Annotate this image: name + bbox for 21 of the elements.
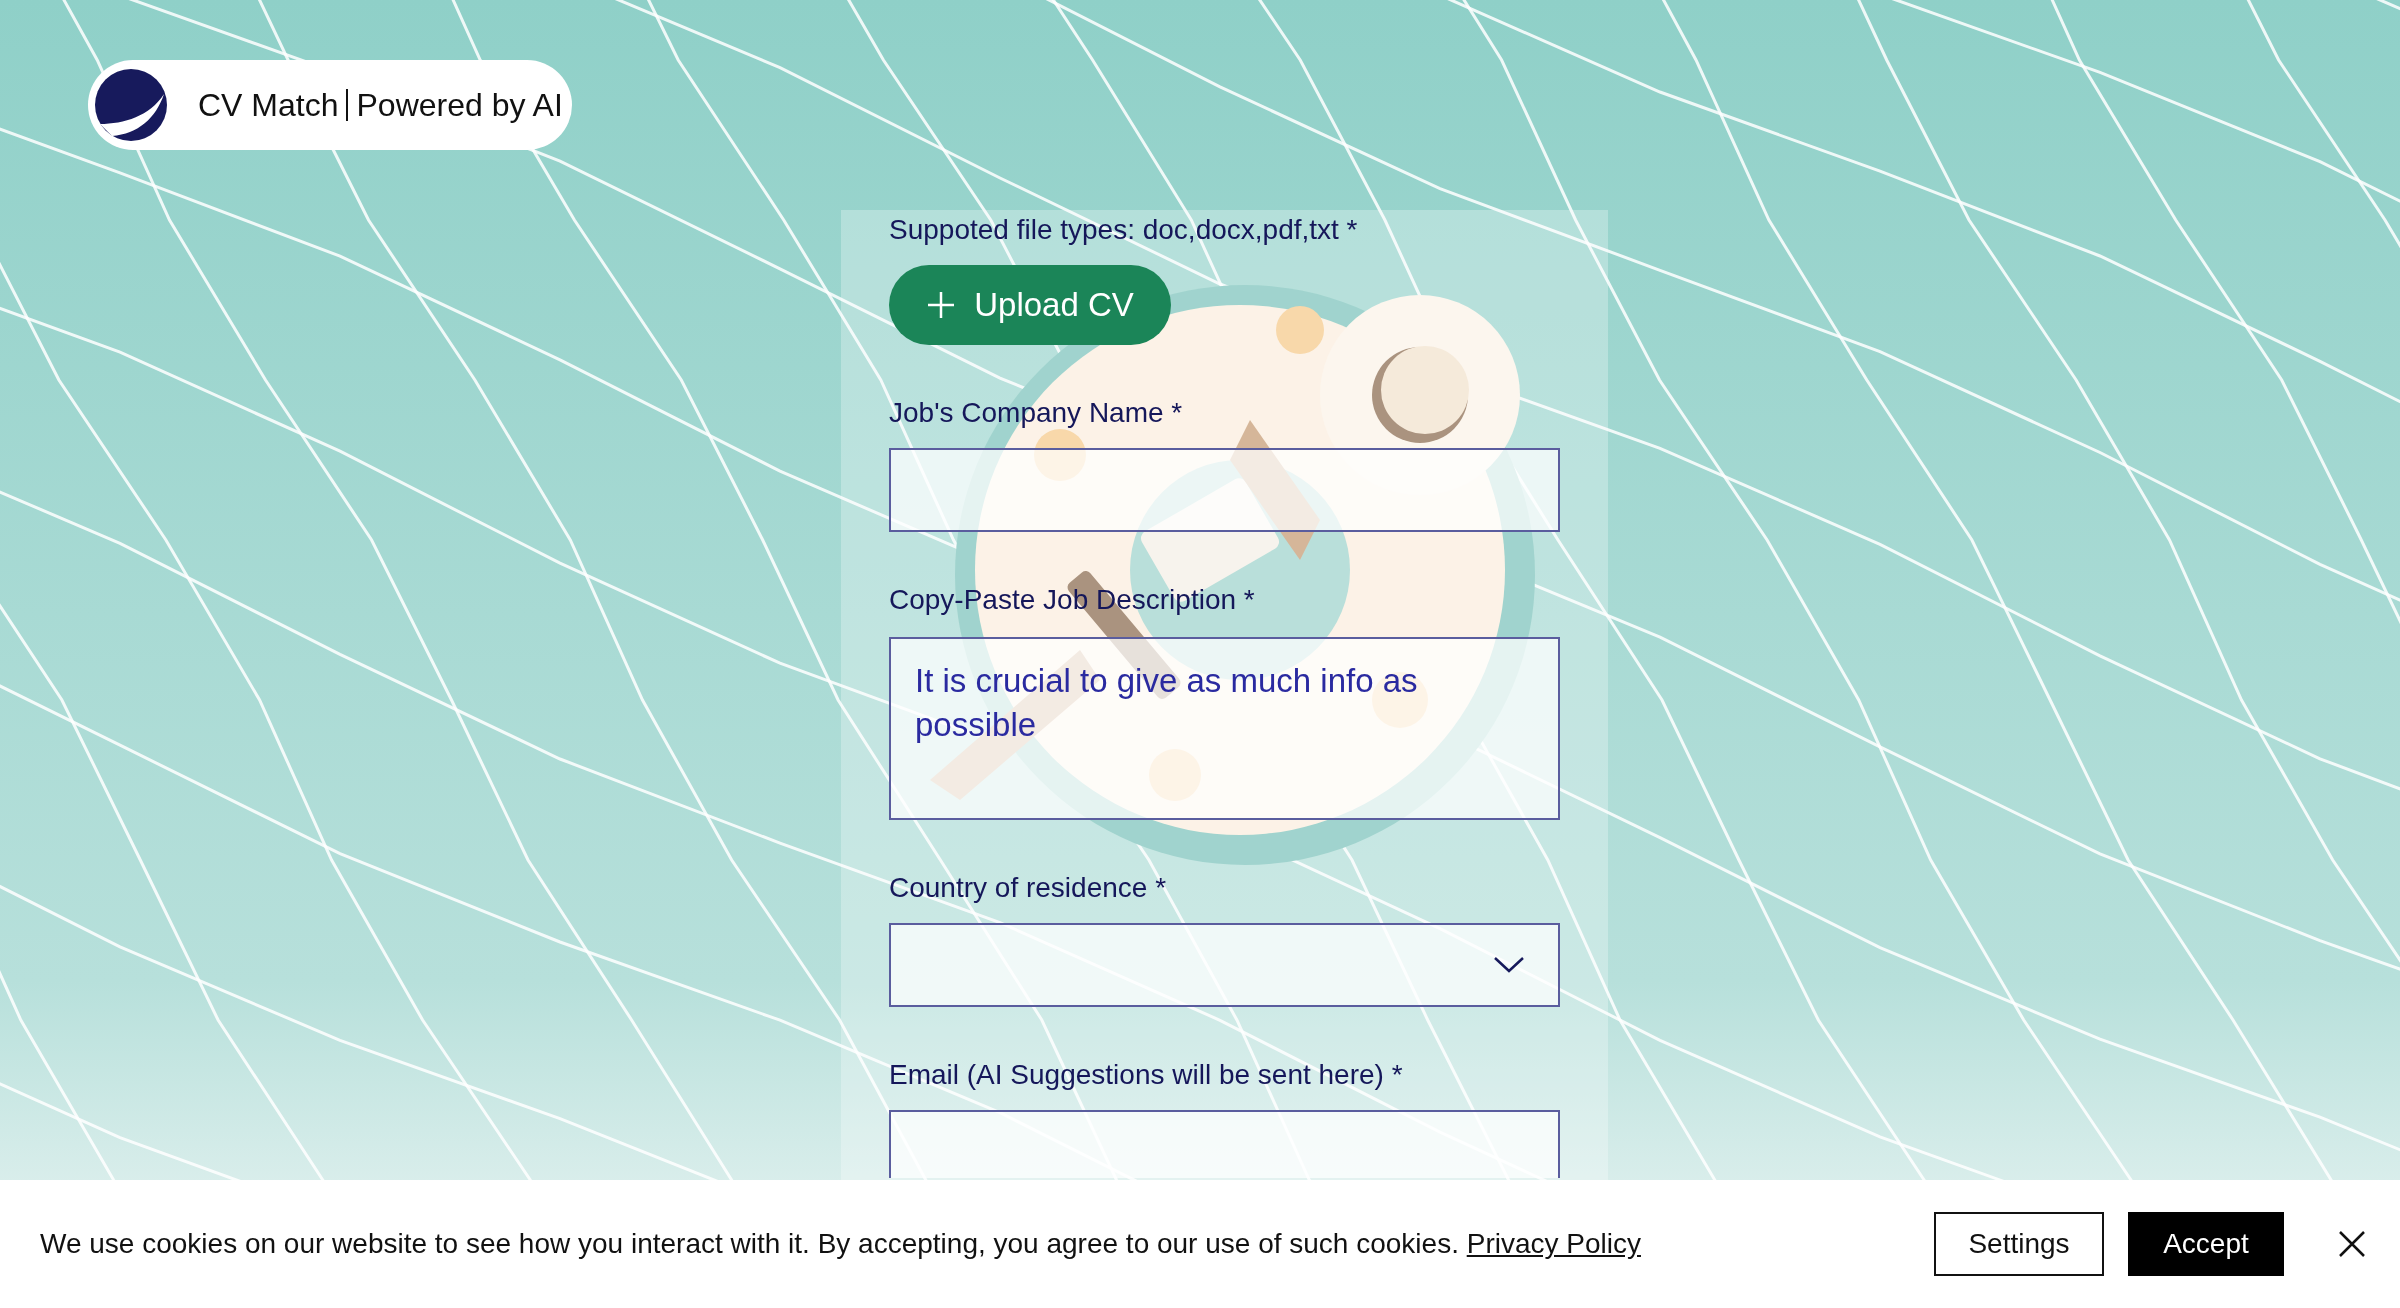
chevron-down-icon <box>1494 957 1524 973</box>
settings-button[interactable]: Settings <box>1934 1212 2104 1276</box>
description-text-area[interactable]: It is crucial to give as much info as possible <box>889 637 1560 820</box>
logo-icon <box>94 68 168 142</box>
text-input-field[interactable] <box>889 448 1560 532</box>
cookie-notice: We use cookies on our website to see how you interact with it. By accepting, you agree to our use of such cookies. Privacy Policy <box>40 1228 1641 1260</box>
brand-separator <box>346 89 349 121</box>
field-label: Email (AI Suggestions will be sent here) * <box>889 1058 1403 1092</box>
brand-subtitle: Powered by AI <box>356 86 563 124</box>
accept-button[interactable]: Accept <box>2128 1212 2284 1276</box>
field-label: Job's Company Name * <box>889 396 1183 430</box>
close-icon <box>2338 1230 2366 1258</box>
privacy-policy-link[interactable]: Privacy Policy <box>1466 1228 1641 1259</box>
brand-title: CV Match <box>198 86 339 124</box>
field-label: Country of residence * <box>889 871 1167 905</box>
country-dropdown[interactable] <box>889 923 1560 1007</box>
upload-label: Suppoted file types: doc,docx,pdf,txt * <box>889 213 1358 247</box>
field-label: Copy-Paste Job Description * <box>889 583 1255 617</box>
text-input-field[interactable] <box>889 1110 1560 1178</box>
upload-cv-button[interactable]: Upload CV <box>889 265 1171 345</box>
plus-icon <box>926 290 957 320</box>
